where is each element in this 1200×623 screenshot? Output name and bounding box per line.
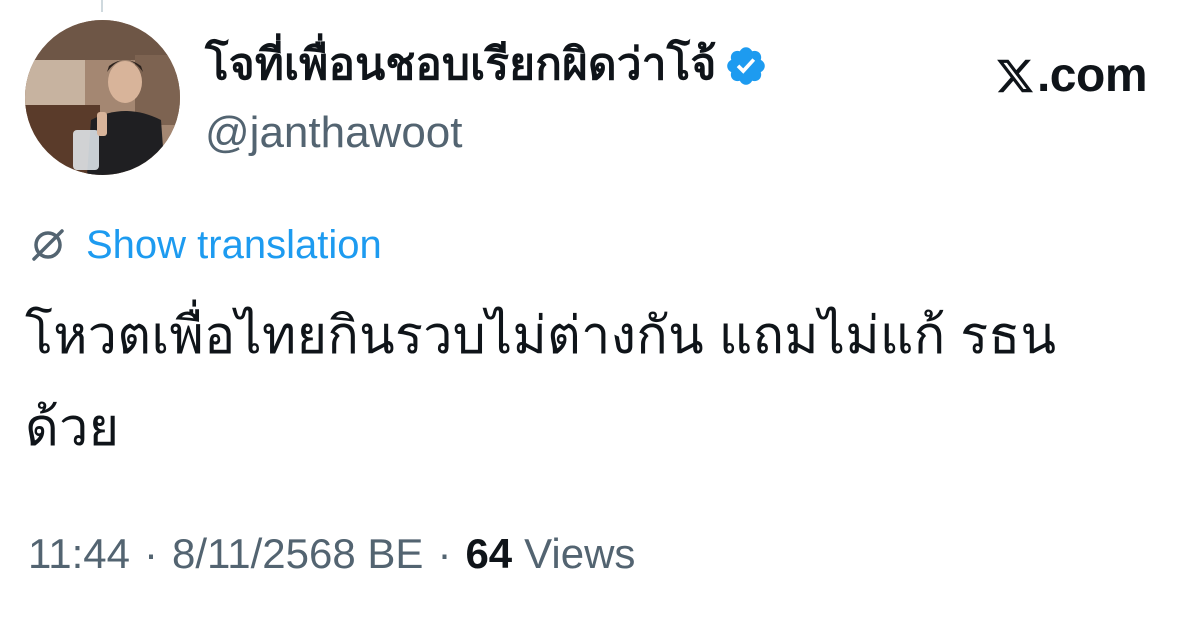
tweet-date[interactable]: 8/11/2568 BE [172,530,423,578]
globe-icon [32,229,64,261]
name-row: โจที่เพื่อนชอบเรียกผิดว่าโจ้ [205,30,905,98]
verified-badge-icon [727,47,766,85]
user-handle[interactable]: @janthawoot [205,108,905,158]
brand-mark: .com [995,48,1148,103]
translation-row: Show translation [28,220,382,270]
meta-separator: · [144,530,158,577]
avatar-photo [25,20,180,175]
x-logo-icon [997,59,1034,92]
tweet-header: โจที่เพื่อนชอบเรียกผิดว่าโจ้ @janthawoot… [25,20,1175,180]
views-label: Views [524,530,636,577]
tweet-screenshot: โจที่เพื่อนชอบเรียกผิดว่าโจ้ @janthawoot… [0,0,1200,623]
user-identity: โจที่เพื่อนชอบเรียกผิดว่าโจ้ @janthawoot [205,30,905,158]
show-translation-link[interactable]: Show translation [86,223,382,268]
views-count: 64 [465,530,513,577]
tweet-time[interactable]: 11:44 [28,530,130,578]
display-name[interactable]: โจที่เพื่อนชอบเรียกผิดว่าโจ้ [205,29,716,99]
meta-separator: · [437,530,452,577]
tweet-text: โหวตเพื่อไทยกินรวบไม่ต่างกัน แถมไม่แก้ ร… [25,307,1057,457]
tweet-meta: 11:44 · 8/11/2568 BE · 64 Views [28,528,635,580]
brand-text: .com [1036,49,1148,102]
thread-connector-line [101,0,103,12]
avatar[interactable] [25,20,180,175]
